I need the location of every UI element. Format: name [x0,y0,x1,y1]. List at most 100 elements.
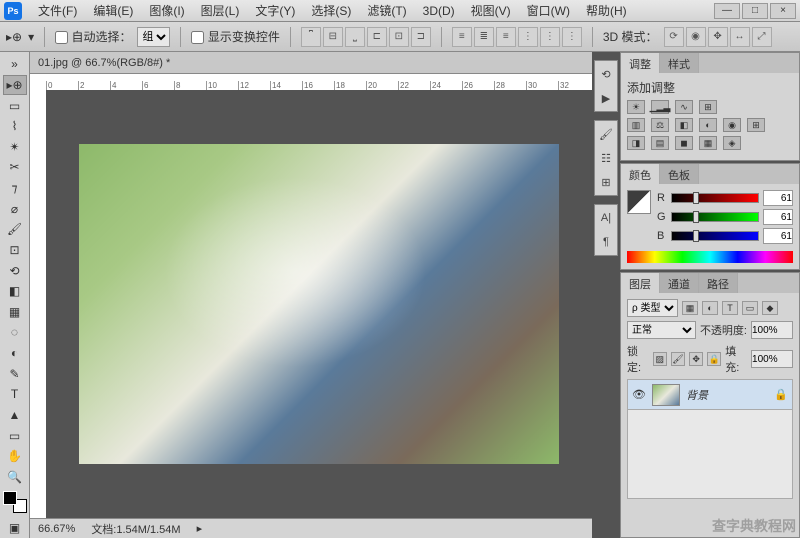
character-panel-icon[interactable]: A| [597,209,615,227]
filter-pixel-icon[interactable]: ▦ [682,301,698,315]
tab-layers[interactable]: 图层 [621,273,660,293]
menu-3d[interactable]: 3D(D) [415,2,463,20]
lock-transparency-icon[interactable]: ▨ [653,352,667,366]
tab-adjustments[interactable]: 调整 [621,53,660,73]
eraser-tool[interactable]: ◧ [3,281,27,302]
align-vcenter-icon[interactable]: ⊟ [323,27,343,47]
actions-panel-icon[interactable]: ▶ [597,89,615,107]
align-top-icon[interactable]: ⎴ [301,27,321,47]
hue-ramp[interactable] [627,251,793,263]
b-value[interactable] [763,228,793,244]
hand-tool[interactable]: ✋ [3,446,27,467]
distribute-top-icon[interactable]: ≡ [452,27,472,47]
distribute-vcenter-icon[interactable]: ≣ [474,27,494,47]
tab-styles[interactable]: 样式 [660,53,699,73]
type-tool[interactable]: T [3,384,27,405]
filter-shape-icon[interactable]: ▭ [742,301,758,315]
3d-rotate-icon[interactable]: ⟳ [664,27,684,47]
menu-edit[interactable]: 编辑(E) [85,0,141,21]
document-tab[interactable]: 01.jpg @ 66.7%(RGB/8#) * [30,52,592,74]
3d-pan-icon[interactable]: ✥ [708,27,728,47]
curves-icon[interactable]: ∿ [675,100,693,114]
zoom-tool[interactable]: 🔍 [3,467,27,488]
layer-name[interactable]: 背景 [686,387,768,403]
brush-tool[interactable]: 🖌 [3,219,27,240]
layer-thumbnail[interactable] [652,384,680,406]
healing-brush-tool[interactable]: ⌀ [3,198,27,219]
align-hcenter-icon[interactable]: ⊡ [389,27,409,47]
fill-value[interactable] [751,350,793,368]
filter-adjust-icon[interactable]: ◐ [702,301,718,315]
color-panel-swatch[interactable] [627,190,651,214]
gradient-tool[interactable]: ▦ [3,302,27,323]
auto-select-checkbox[interactable]: 自动选择： [55,28,131,45]
menu-file[interactable]: 文件(F) [30,0,85,21]
hue-sat-icon[interactable]: ⚖ [651,118,669,132]
path-select-tool[interactable]: ▲ [3,405,27,426]
vibrance-icon[interactable]: ▥ [627,118,645,132]
blend-mode-select[interactable]: 正常 [627,321,696,339]
lock-position-icon[interactable]: ✥ [689,352,703,366]
distribute-right-icon[interactable]: ⋮ [562,27,582,47]
layer-row[interactable]: 👁 背景 🔒 [628,380,792,410]
auto-select-mode[interactable]: 组 [137,27,170,47]
menu-image[interactable]: 图像(I) [141,0,192,21]
layer-filter-kind[interactable]: ρ 类型 [627,299,678,317]
selective-color-icon[interactable]: ◈ [723,136,741,150]
r-slider[interactable] [671,193,759,203]
bw-icon[interactable]: ◐ [699,118,717,132]
menu-type[interactable]: 文字(Y) [247,0,303,21]
b-slider[interactable] [671,231,759,241]
eyedropper-tool[interactable]: ⁊ [3,178,27,199]
tab-channels[interactable]: 通道 [660,273,699,293]
channel-mixer-icon[interactable]: ⊞ [747,118,765,132]
clone-stamp-tool[interactable]: ⊡ [3,240,27,261]
quick-select-tool[interactable]: ✴ [3,137,27,158]
tab-swatches[interactable]: 色板 [660,164,699,184]
history-panel-icon[interactable]: ⟲ [597,65,615,83]
close-button[interactable]: × [770,3,796,19]
visibility-eye-icon[interactable]: 👁 [632,388,646,401]
menu-layer[interactable]: 图层(L) [193,0,248,21]
paragraph-panel-icon[interactable]: ¶ [597,233,615,251]
3d-scale-icon[interactable]: ⤢ [752,27,772,47]
distribute-bottom-icon[interactable]: ≡ [496,27,516,47]
maximize-button[interactable]: □ [742,3,768,19]
filter-smart-icon[interactable]: ◆ [762,301,778,315]
lock-pixels-icon[interactable]: 🖌 [671,352,685,366]
marquee-tool[interactable]: ▭ [3,95,27,116]
tab-color[interactable]: 颜色 [621,164,660,184]
brightness-contrast-icon[interactable]: ☀ [627,100,645,114]
threshold-icon[interactable]: ◼ [675,136,693,150]
dodge-tool[interactable]: ◐ [3,343,27,364]
invert-icon[interactable]: ◨ [627,136,645,150]
menu-filter[interactable]: 滤镜(T) [359,0,414,21]
show-transform-checkbox[interactable]: 显示变换控件 [191,28,279,45]
menu-help[interactable]: 帮助(H) [578,0,635,21]
3d-slide-icon[interactable]: ↔ [730,27,750,47]
exposure-icon[interactable]: ⊞ [699,100,717,114]
align-left-icon[interactable]: ⊏ [367,27,387,47]
brush-presets-panel-icon[interactable]: ☷ [597,149,615,167]
gradient-map-icon[interactable]: ▦ [699,136,717,150]
tab-paths[interactable]: 路径 [699,273,738,293]
lasso-tool[interactable]: ⌇ [3,116,27,137]
menu-select[interactable]: 选择(S) [303,0,359,21]
g-slider[interactable] [671,212,759,222]
canvas[interactable] [46,90,592,518]
levels-icon[interactable]: ▁▂▃ [651,100,669,114]
g-value[interactable] [763,209,793,225]
clone-source-panel-icon[interactable]: ⊞ [597,173,615,191]
minimize-button[interactable]: — [714,3,740,19]
collapse-toolbox-icon[interactable]: » [3,54,27,75]
dropdown-toggle-icon[interactable]: ▾ [28,30,34,44]
quickmask-toggle[interactable]: ▣ [3,517,27,538]
distribute-left-icon[interactable]: ⋮ [518,27,538,47]
fg-color-swatch[interactable] [3,491,17,505]
distribute-hcenter-icon[interactable]: ⋮ [540,27,560,47]
shape-tool[interactable]: ▭ [3,425,27,446]
color-swatch-fgbg[interactable] [3,491,27,513]
move-tool[interactable]: ▸⊕ [3,75,27,96]
align-bottom-icon[interactable]: ⎵ [345,27,365,47]
3d-roll-icon[interactable]: ◉ [686,27,706,47]
